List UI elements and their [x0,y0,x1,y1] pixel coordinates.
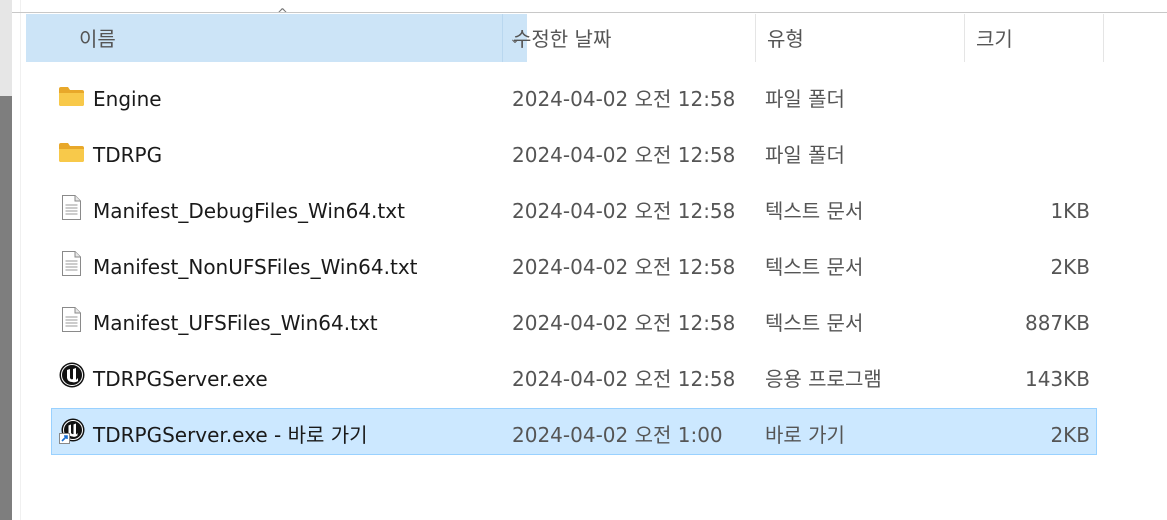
file-name[interactable]: TDRPGServer.exe - 바로 가기 [93,409,368,454]
column-separator[interactable] [1103,14,1104,62]
file-type: 텍스트 문서 [765,311,864,335]
column-header-date-label: 수정한 날짜 [513,27,612,51]
sort-ascending-icon: ^ [277,7,288,22]
file-name[interactable]: Engine [93,73,162,118]
file-name[interactable]: TDRPG [93,129,162,174]
file-size: 2KB [1050,423,1090,447]
file-row[interactable]: Manifest_UFSFiles_Win64.txt 2024-04-02 오전… [51,296,1097,343]
file-row[interactable]: TDRPGServer.exe 2024-04-02 오전 12:58 응용 프로그… [51,352,1097,399]
file-size [952,73,1090,118]
file-size: 143KB [1024,367,1090,391]
file-modified-date: 2024-04-02 오전 12:58 [512,367,736,391]
header-top-border [12,12,1167,13]
file-type: 바로 가기 [765,423,845,447]
file-list: Engine 2024-04-02 오전 12:58 파일 폴더 TDRPG 2024-… [51,72,1097,464]
column-header-size-label: 크기 [976,27,1013,51]
unreal-engine-icon [59,353,87,398]
file-name[interactable]: Manifest_DebugFiles_Win64.txt [93,185,405,230]
file-explorer-window: 이름 ^ ⌄ 수정한 날짜 유형 크기 Engine 2024-04-02 오전 … [0,0,1167,520]
file-type: 텍스트 문서 [765,199,864,223]
column-header-type-label: 유형 [767,27,804,51]
file-size: 1KB [1050,199,1090,223]
file-modified-date: 2024-04-02 오전 12:58 [512,255,736,279]
file-size: 2KB [1050,255,1090,279]
file-row[interactable]: TDRPG 2024-04-02 오전 12:58 파일 폴더 [51,128,1097,175]
file-type: 응용 프로그램 [765,367,882,391]
folder-icon [59,129,87,174]
file-name[interactable]: Manifest_UFSFiles_Win64.txt [93,297,378,342]
file-modified-date: 2024-04-02 오전 12:58 [512,143,736,167]
pane-divider [20,0,21,520]
file-modified-date: 2024-04-02 오전 1:00 [512,423,723,447]
text-file-icon [59,241,87,286]
file-row[interactable]: TDRPGServer.exe - 바로 가기 2024-04-02 오전 1:0… [51,408,1097,455]
text-file-icon [59,297,87,342]
column-header-size[interactable]: 크기 [964,14,1104,62]
text-file-icon [59,185,87,230]
navigation-scrollbar-thumb[interactable] [0,96,12,520]
column-header-bar: 이름 ^ ⌄ 수정한 날짜 유형 크기 [26,8,1104,62]
column-header-name[interactable]: 이름 ^ [26,8,502,62]
file-name[interactable]: TDRPGServer.exe [93,353,268,398]
file-row[interactable]: Manifest_DebugFiles_Win64.txt 2024-04-02 … [51,184,1097,231]
file-type: 텍스트 문서 [765,255,864,279]
column-header-date[interactable]: 수정한 날짜 [501,14,755,62]
unreal-engine-shortcut-icon [59,409,87,454]
file-modified-date: 2024-04-02 오전 12:58 [512,87,736,111]
folder-icon [59,73,87,118]
column-header-type[interactable]: 유형 [755,14,964,62]
file-row[interactable]: Manifest_NonUFSFiles_Win64.txt 2024-04-02… [51,240,1097,287]
file-name[interactable]: Manifest_NonUFSFiles_Win64.txt [93,241,418,286]
file-modified-date: 2024-04-02 오전 12:58 [512,311,736,335]
file-modified-date: 2024-04-02 오전 12:58 [512,199,736,223]
file-size [952,129,1090,174]
file-type: 파일 폴더 [765,143,845,167]
file-row[interactable]: Engine 2024-04-02 오전 12:58 파일 폴더 [51,72,1097,119]
column-header-name-label: 이름 [79,27,116,51]
file-size: 887KB [1024,311,1090,335]
file-type: 파일 폴더 [765,87,845,111]
